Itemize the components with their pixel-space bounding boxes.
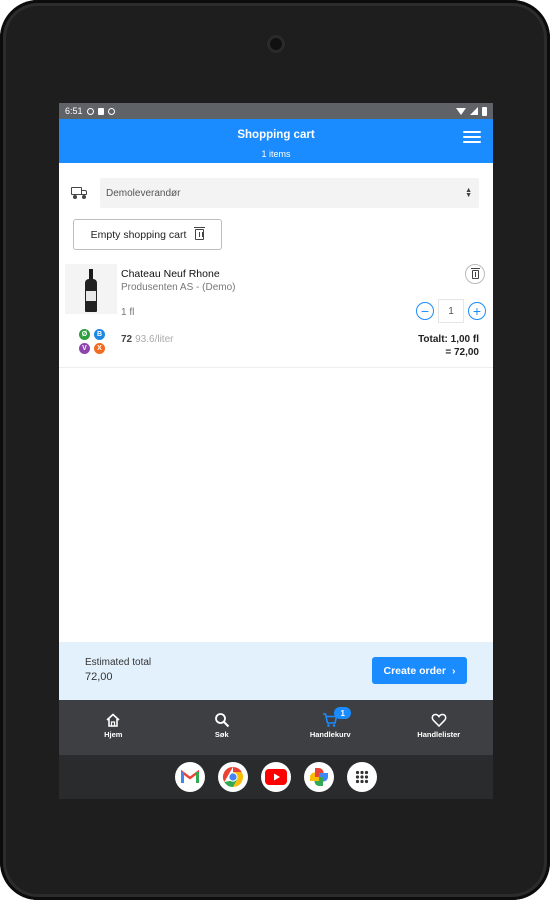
youtube-icon[interactable] (261, 762, 291, 792)
heart-icon (431, 713, 447, 728)
badge-v: V (79, 343, 90, 354)
nav-item-home[interactable]: Hjem (59, 700, 168, 755)
home-icon (106, 713, 120, 727)
chrome-icon[interactable] (218, 762, 248, 792)
nav-item-shopping-lists[interactable]: Handlelister (385, 700, 494, 755)
nav-label: Søk (214, 730, 229, 739)
product-price: 72 93.6/liter (121, 334, 173, 345)
price-per-liter: 93.6/liter (135, 334, 174, 345)
menu-icon[interactable] (463, 131, 481, 145)
signal-icon (470, 107, 478, 115)
cart-item: Chateau Neuf Rhone Produsenten AS - (Dem… (59, 261, 493, 368)
increase-button[interactable]: + (468, 302, 486, 320)
notification-icon (86, 107, 94, 115)
supplier-value: Demoleverandør (106, 187, 181, 199)
app-screen: 6:51 Shopping cart 1 items Demoleverandø… (59, 103, 493, 799)
wine-bottle-icon (85, 269, 97, 312)
photos-icon[interactable] (304, 762, 334, 792)
trash-icon (470, 267, 480, 279)
quantity-field[interactable]: 1 (438, 299, 464, 323)
product-producer: Produsenten AS - (Demo) (121, 282, 236, 293)
item-count: 1 items (261, 149, 291, 159)
search-icon (214, 713, 229, 728)
apps-grid-icon[interactable] (347, 762, 377, 792)
estimate-label: Estimated total (85, 657, 152, 668)
product-image (65, 264, 117, 314)
sd-card-icon (97, 107, 104, 115)
tablet-device: 6:51 Shopping cart 1 items Demoleverandø… (0, 0, 550, 900)
status-bar: 6:51 (59, 103, 493, 119)
front-camera (267, 35, 285, 53)
trash-icon (194, 227, 206, 240)
supplier-row: Demoleverandør ▲ ▼ (71, 178, 479, 208)
item-total: Totalt: 1,00 fl = 72,00 (418, 333, 479, 359)
app-header: Shopping cart 1 items (59, 119, 493, 163)
product-unit: 1 fl (121, 307, 135, 318)
gmail-icon[interactable] (175, 762, 205, 792)
supplier-select[interactable]: Demoleverandør ▲ ▼ (100, 178, 479, 208)
badge-x: X (94, 343, 105, 354)
nav-label: Handlekurv (309, 730, 351, 739)
wifi-icon (456, 107, 466, 115)
empty-cart-label: Empty shopping cart (90, 228, 187, 241)
badge-b: B (94, 329, 105, 340)
create-order-label: Create order (383, 664, 446, 677)
product-badges: Ø B V X (79, 329, 109, 357)
nav-label: Hjem (104, 730, 123, 739)
status-time: 6:51 (65, 106, 83, 116)
battery-icon (482, 106, 487, 116)
cart-count-badge: 1 (334, 707, 352, 719)
item-total-amount: = 72,00 (445, 347, 479, 358)
estimate-value: 72,00 (85, 671, 113, 683)
nav-label: Handlelister (417, 730, 461, 739)
nav-item-search[interactable]: Søk (168, 700, 277, 755)
item-total-quantity: Totalt: 1,00 fl (418, 334, 479, 345)
truck-icon (71, 186, 89, 200)
badge-organic: Ø (79, 329, 90, 340)
select-arrows-icon: ▲ ▼ (465, 187, 472, 199)
chevron-right-icon: › (451, 664, 456, 677)
create-order-button[interactable]: Create order › (372, 657, 467, 684)
notification-icon (107, 107, 115, 115)
price-value: 72 (121, 334, 133, 345)
empty-cart-button[interactable]: Empty shopping cart (73, 219, 222, 250)
decrease-button[interactable]: − (416, 302, 434, 320)
bottom-navigation: Hjem Søk 1 Handlekurv Handlelister (59, 700, 493, 755)
nav-item-cart[interactable]: 1 Handlekurv (276, 700, 385, 755)
estimate-panel: Estimated total 72,00 Create order › (59, 642, 493, 700)
quantity-stepper: − 1 + (416, 299, 486, 323)
remove-item-button[interactable] (465, 264, 485, 284)
product-name[interactable]: Chateau Neuf Rhone (121, 268, 220, 280)
android-dock (59, 755, 493, 799)
page-title: Shopping cart (237, 129, 315, 141)
